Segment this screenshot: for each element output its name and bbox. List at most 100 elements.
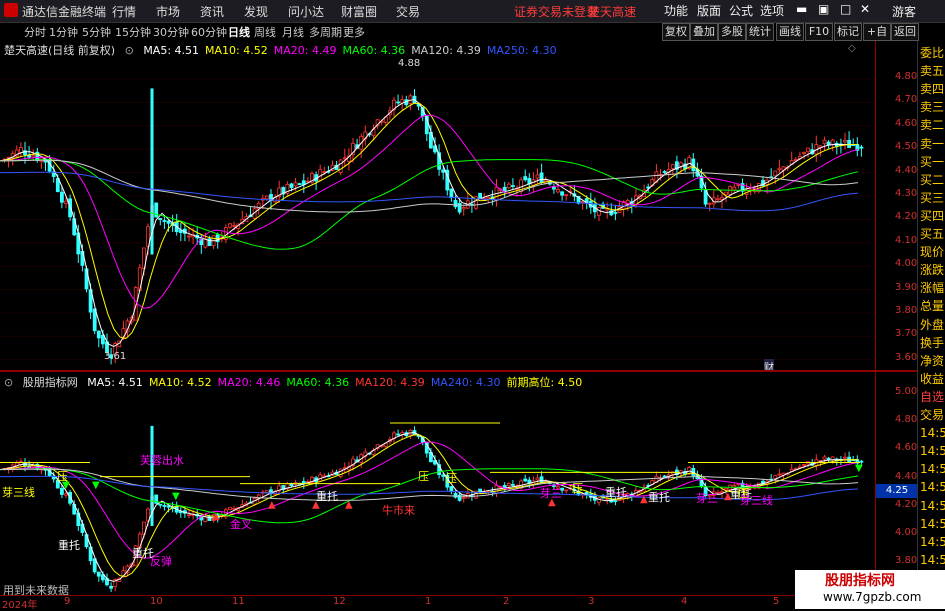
price-tick-label: 3.70	[895, 328, 918, 340]
sidebar-field: 卖四	[920, 82, 945, 97]
site-watermark: 股朋指标网 www.7gpzb.com	[795, 570, 945, 609]
candle-body	[293, 182, 298, 187]
adjust-button[interactable]: 复权	[662, 23, 690, 41]
candle-body	[830, 139, 835, 145]
indicator-candle-body	[64, 493, 68, 496]
signal-arrow-icon: ▼	[855, 463, 863, 474]
period-multi[interactable]: 多周期	[309, 24, 342, 40]
candle-body	[802, 151, 806, 154]
formula-button[interactable]: 公式	[729, 2, 753, 19]
close-icon[interactable]: ✕	[860, 2, 870, 16]
multi-stock-button[interactable]: 多股	[718, 23, 746, 41]
menu-trade[interactable]: 交易	[396, 3, 420, 20]
signal-label: 芽三	[696, 492, 718, 505]
signal-label: 反弹	[150, 555, 172, 568]
date-tick-label: 2	[503, 596, 510, 607]
signal-label: 芽三	[540, 487, 562, 500]
period-daily[interactable]: 日线	[228, 24, 250, 40]
date-tick-label: 5	[773, 596, 780, 607]
indicator-candle-body	[232, 507, 237, 510]
date-tick-label: 3	[588, 596, 595, 607]
restore-icon[interactable]: ▣	[818, 2, 829, 16]
candle-body	[232, 224, 237, 227]
indicator-candle-body	[802, 464, 806, 466]
sidebar-field: 14:5	[920, 444, 945, 459]
sidebar-field: 收益	[920, 371, 945, 386]
period-more[interactable]: 更多	[343, 24, 365, 40]
menu-news[interactable]: 资讯	[200, 3, 224, 20]
date-axis: 2024年 9 10 11 12 1 2 3 4 5	[0, 595, 875, 611]
mark-button[interactable]: 标记	[834, 23, 862, 41]
indicator-candle-body	[449, 486, 454, 493]
candle-body	[613, 212, 618, 214]
layout-button[interactable]: 版面	[697, 2, 721, 19]
signal-arrow-icon: ▲	[212, 511, 220, 522]
price-tick-label: 4.00	[895, 258, 918, 270]
menu-market[interactable]: 市场	[156, 3, 180, 20]
sidebar-field: 买二	[920, 172, 945, 187]
date-tick-label: 1	[425, 596, 432, 607]
price-tick-label: 4.70	[895, 94, 918, 106]
candle-body	[556, 189, 560, 193]
add-watchlist-button[interactable]: +自选	[863, 23, 891, 54]
candlestick-chart[interactable]	[0, 41, 875, 370]
draw-button[interactable]: 画线	[776, 23, 804, 41]
watermark-title: 股朋指标网	[825, 573, 895, 589]
candle-body	[461, 206, 466, 210]
indicator-candle-body	[187, 514, 191, 517]
menu-ask[interactable]: 问小达	[288, 3, 324, 20]
indicator-candle-body	[613, 500, 618, 503]
sidebar-field: 14:5	[920, 498, 945, 513]
period-timeshare[interactable]: 分时	[24, 24, 46, 40]
period-30min[interactable]: 30分钟	[153, 24, 189, 40]
period-60min[interactable]: 60分钟	[191, 24, 227, 40]
menu-wealth[interactable]: 财富圈	[341, 3, 377, 20]
login-notice[interactable]: 证券交易未登录	[514, 3, 598, 20]
menu-discover[interactable]: 发现	[244, 3, 268, 20]
period-1min[interactable]: 1分钟	[49, 24, 78, 40]
candle-body	[416, 103, 421, 107]
main-chart-panel[interactable]: 楚天高速(日线 前复权) ⊙ MA5: 4.51 MA10: 4.52 MA20: …	[0, 41, 875, 374]
indicator-candle-body	[822, 456, 827, 460]
candle-body	[187, 235, 191, 238]
candle-body	[843, 140, 847, 143]
signal-label: 压	[418, 470, 429, 483]
indicator-candle-body	[502, 485, 507, 488]
f10-button[interactable]: F10	[805, 23, 833, 41]
candle-body	[564, 194, 569, 197]
maximize-icon[interactable]: □	[840, 2, 851, 16]
indicator-axis: 5.00 4.80 4.60 4.40 4.20 4.00 3.80 4.25	[875, 372, 918, 592]
menu-quotes[interactable]: 行情	[112, 3, 136, 20]
candle-body	[60, 191, 64, 203]
sidebar-field: 卖二	[920, 118, 945, 133]
period-weekly[interactable]: 周线	[254, 24, 276, 40]
sidebar-field: 买五	[920, 227, 945, 241]
indicator-candle-body	[564, 489, 569, 492]
candle-body	[707, 202, 712, 205]
guest-label[interactable]: 游客	[892, 3, 916, 20]
period-5min[interactable]: 5分钟	[82, 24, 111, 40]
minimize-icon[interactable]: ▬	[796, 2, 807, 16]
signal-arrow-icon: ▲	[268, 500, 276, 511]
back-button[interactable]: 返回	[891, 23, 919, 41]
indicator-tick-label: 4.80	[895, 414, 918, 426]
function-button[interactable]: 功能	[664, 2, 688, 19]
stats-button[interactable]: 统计	[746, 23, 774, 41]
sidebar-field: 卖五	[920, 64, 945, 79]
sidebar-field: 买四	[920, 208, 945, 223]
indicator-candle-body	[506, 483, 511, 487]
candle-body	[396, 101, 401, 104]
overlay-button[interactable]: 叠加	[690, 23, 718, 41]
candle-body	[539, 172, 544, 184]
candle-body	[523, 176, 528, 181]
price-tick-label: 4.10	[895, 234, 918, 246]
indicator-candle-body	[96, 571, 101, 577]
candle-body	[560, 191, 564, 196]
indicator-panel[interactable]: ⊙ 股朋指标网 MA5: 4.51 MA10: 4.52 MA20: 4.46 MA6…	[0, 372, 875, 597]
candle-body	[486, 196, 491, 200]
period-monthly[interactable]: 月线	[282, 24, 304, 40]
options-button[interactable]: 选项	[760, 2, 784, 19]
indicator-candle-body	[396, 433, 401, 436]
sidebar-field: 总量	[920, 299, 945, 314]
period-15min[interactable]: 15分钟	[115, 24, 151, 40]
